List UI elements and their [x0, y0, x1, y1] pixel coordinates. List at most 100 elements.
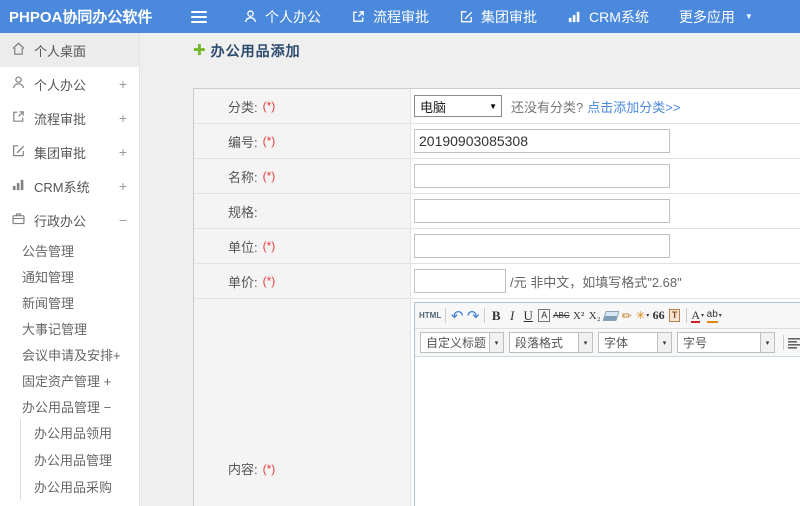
nav-crm-system[interactable]: CRM系统 — [567, 7, 649, 27]
font-color-button[interactable]: A ▾ — [690, 306, 706, 326]
required-marker: (*) — [262, 461, 276, 476]
category-select-value: 电脑 — [420, 99, 447, 115]
nav-group-approval[interactable]: 集团审批 — [459, 7, 537, 27]
hamburger-menu-icon[interactable] — [191, 10, 207, 23]
sidebar-item-label: 个人办公 — [34, 77, 87, 93]
category-select[interactable]: 电脑 ▼ — [414, 95, 502, 117]
sidebar-item-personal-office[interactable]: 个人办公 + — [0, 67, 139, 101]
expand-plus-icon[interactable]: + — [119, 110, 127, 126]
eraser-icon[interactable] — [602, 306, 620, 326]
bold-button[interactable]: B — [488, 306, 504, 326]
briefcase-icon — [11, 211, 34, 229]
sidebar-item-crm-system[interactable]: CRM系统 + — [0, 169, 139, 203]
form-row-content: 内容: (*) HTML ↶ ↷ B I U A ABC X² X₂ ✏ ✳ ▾… — [194, 299, 800, 506]
font-border-button[interactable]: A — [536, 306, 552, 326]
content-label: 内容: — [228, 462, 258, 477]
caret-down-icon: ▾ — [657, 333, 671, 352]
flow-icon — [351, 9, 366, 24]
nav-label: 个人办公 — [265, 8, 321, 25]
sidebar-item-news-mgmt[interactable]: 新闻管理 — [0, 289, 139, 315]
field-label: 编号: (*) — [194, 124, 411, 158]
nav-more-apps[interactable]: 更多应用 ▼ — [679, 7, 753, 27]
expand-plus-icon[interactable]: + — [119, 76, 127, 92]
caret-down-icon: ▾ — [489, 333, 503, 352]
field-label: 分类: (*) — [194, 89, 411, 123]
sidebar-item-fixed-assets-mgmt[interactable]: 固定资产管理 + — [0, 367, 139, 393]
html-source-button[interactable]: HTML — [418, 306, 442, 326]
underline-button[interactable]: U — [520, 306, 536, 326]
add-plus-icon: ✚ — [193, 42, 206, 59]
sidebar-item-admin-office[interactable]: 行政办公 − — [0, 203, 139, 237]
sidebar-item-label: 行政办公 — [34, 213, 87, 229]
blockquote-button[interactable]: 66 — [651, 306, 667, 326]
code-input[interactable] — [414, 129, 670, 153]
nav-label: CRM系统 — [589, 8, 649, 25]
font-family-dropdown[interactable]: 字体 ▾ — [598, 332, 672, 353]
redo-icon[interactable]: ↷ — [465, 306, 481, 326]
required-marker: (*) — [262, 274, 276, 288]
caret-down-icon: ▾ — [760, 333, 774, 352]
align-left-icon[interactable] — [787, 333, 800, 353]
expand-plus-icon[interactable]: + — [119, 144, 127, 160]
add-supply-form: 分类: (*) 电脑 ▼ 还没有分类? 点击添加分类>> 编号: (*) 201… — [193, 88, 800, 506]
paragraph-format-dropdown[interactable]: 段落格式 ▾ — [509, 332, 593, 353]
field-label: 内容: (*) — [194, 299, 411, 506]
spec-label: 规格: — [228, 204, 258, 220]
caret-down-icon: ▾ — [578, 333, 592, 352]
editor-content-area[interactable] — [415, 357, 800, 506]
italic-button[interactable]: I — [504, 306, 520, 326]
sidebar-item-workflow-approval[interactable]: 流程审批 + — [0, 101, 139, 135]
sidebar-item-supplies-purchase[interactable]: 办公用品采购 — [21, 473, 139, 500]
format-match-icon[interactable]: ✳ ▾ — [635, 306, 651, 326]
field-value — [411, 124, 800, 158]
add-category-link[interactable]: 点击添加分类>> — [587, 97, 680, 116]
sidebar-item-office-supplies-mgmt[interactable]: 办公用品管理 − — [0, 393, 139, 419]
superscript-button[interactable]: X² — [571, 306, 587, 326]
category-label: 分类: — [228, 99, 258, 115]
sidebar-item-label: CRM系统 — [34, 179, 90, 195]
sidebar-subitem-label: 固定资产管理 + — [22, 373, 112, 389]
sidebar-subitem-label: 办公用品领用 — [34, 426, 113, 441]
unit-label: 单位: — [228, 239, 258, 255]
sidebar-item-supplies-management[interactable]: 办公用品管理 — [21, 446, 139, 473]
custom-heading-dropdown[interactable]: 自定义标题 ▾ — [420, 332, 504, 353]
main-content: ✚ 办公用品添加 分类: (*) 电脑 ▼ 还没有分类? 点击添加分类>> 编号… — [140, 33, 800, 506]
toolbar-divider — [445, 308, 447, 323]
strikethrough-button[interactable]: ABC — [552, 306, 570, 326]
font-size-dropdown[interactable]: 字号 ▾ — [677, 332, 775, 353]
sidebar-item-personal-desktop[interactable]: 个人桌面 — [0, 33, 139, 67]
toolbar-divider — [783, 335, 784, 350]
sidebar-item-supplies-requisition[interactable]: 办公用品领用 — [21, 419, 139, 446]
undo-icon[interactable]: ↶ — [449, 306, 465, 326]
paste-icon[interactable]: T — [667, 306, 683, 326]
field-value — [411, 229, 800, 263]
price-input[interactable] — [414, 269, 506, 293]
sidebar-subitem-label: 办公用品管理 − — [22, 399, 112, 415]
sidebar-item-announcement-mgmt[interactable]: 公告管理 — [0, 237, 139, 263]
name-input[interactable] — [414, 164, 670, 188]
sidebar-item-meeting-mgmt[interactable]: 会议申请及安排+ — [0, 341, 139, 367]
sidebar-sub-submenu: 办公用品领用 办公用品管理 办公用品采购 — [20, 419, 139, 500]
caret-down-icon: ▼ — [744, 12, 753, 21]
sidebar-item-group-approval[interactable]: 集团审批 + — [0, 135, 139, 169]
code-label: 编号: — [228, 134, 258, 150]
page-title-text: 办公用品添加 — [210, 43, 301, 59]
sidebar-item-notice-mgmt[interactable]: 通知管理 — [0, 263, 139, 289]
nav-personal-office[interactable]: 个人办公 — [243, 7, 321, 27]
sidebar-item-label: 个人桌面 — [34, 43, 87, 59]
subscript-button[interactable]: X₂ — [587, 306, 603, 326]
format-brush-icon[interactable]: ✏ — [619, 306, 635, 326]
nav-workflow-approval[interactable]: 流程审批 — [351, 7, 429, 27]
highlight-color-button[interactable]: ab ▾ — [706, 306, 723, 326]
collapse-minus-icon[interactable]: − — [119, 212, 127, 228]
expand-plus-icon[interactable]: + — [119, 178, 127, 194]
form-row-name: 名称: (*) — [194, 159, 800, 194]
editor-toolbar-row2: 自定义标题 ▾ 段落格式 ▾ 字体 ▾ 字号 ▾ — [415, 329, 800, 357]
sidebar-item-events-mgmt[interactable]: 大事记管理 — [0, 315, 139, 341]
unit-input[interactable] — [414, 234, 670, 258]
price-label: 单价: — [228, 274, 258, 290]
sidebar-item-label: 集团审批 — [34, 145, 87, 161]
spec-input[interactable] — [414, 199, 670, 223]
form-row-unit: 单位: (*) — [194, 229, 800, 264]
required-marker: (*) — [262, 99, 276, 113]
